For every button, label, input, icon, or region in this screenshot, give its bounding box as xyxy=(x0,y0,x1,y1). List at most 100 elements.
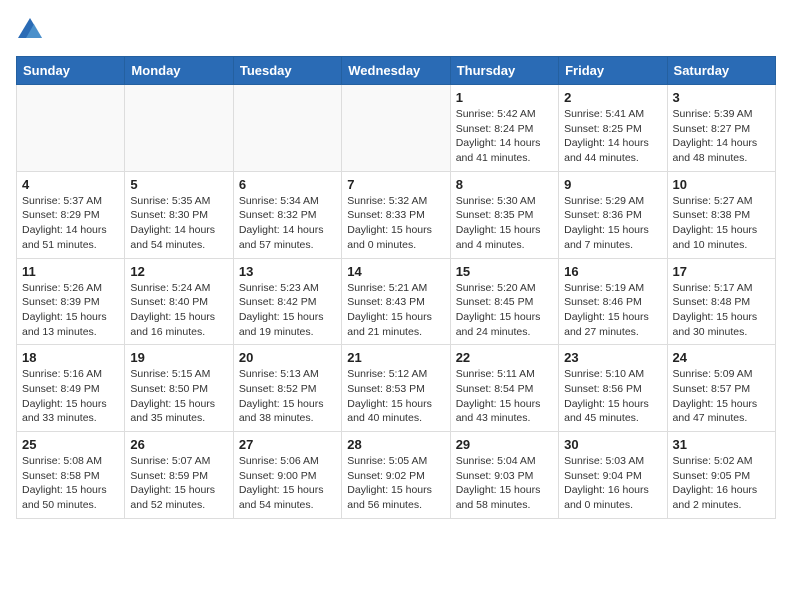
page-header xyxy=(16,16,776,44)
cell-info: Sunrise: 5:23 AM Sunset: 8:42 PM Dayligh… xyxy=(239,281,336,340)
day-number: 17 xyxy=(673,264,770,279)
day-number: 23 xyxy=(564,350,661,365)
cell-info: Sunrise: 5:24 AM Sunset: 8:40 PM Dayligh… xyxy=(130,281,227,340)
cell-info: Sunrise: 5:27 AM Sunset: 8:38 PM Dayligh… xyxy=(673,194,770,253)
day-number: 3 xyxy=(673,90,770,105)
cell-info: Sunrise: 5:21 AM Sunset: 8:43 PM Dayligh… xyxy=(347,281,444,340)
calendar-cell: 11Sunrise: 5:26 AM Sunset: 8:39 PM Dayli… xyxy=(17,258,125,345)
cell-info: Sunrise: 5:06 AM Sunset: 9:00 PM Dayligh… xyxy=(239,454,336,513)
calendar-cell: 26 Sunrise: 5:07 AM Sunset: 8:59 PM Dayli… xyxy=(125,432,233,519)
day-number: 2 xyxy=(564,90,661,105)
logo-icon xyxy=(16,16,44,44)
day-number: 12 xyxy=(130,264,227,279)
day-number: 31 xyxy=(673,437,770,452)
calendar-cell: 25 Sunrise: 5:08 AM Sunset: 8:58 PM Dayli… xyxy=(17,432,125,519)
calendar-cell: 24Sunrise: 5:09 AM Sunset: 8:57 PM Dayli… xyxy=(667,345,775,432)
calendar-cell: 6 Sunrise: 5:34 AM Sunset: 8:32 PM Daylig… xyxy=(233,171,341,258)
calendar-cell: 19 Sunrise: 5:15 AM Sunset: 8:50 PM Dayli… xyxy=(125,345,233,432)
day-header-monday: Monday xyxy=(125,57,233,85)
cell-info: Sunrise: 5:05 AM Sunset: 9:02 PM Dayligh… xyxy=(347,454,444,513)
day-number: 28 xyxy=(347,437,444,452)
cell-info: Sunrise: 5:16 AM Sunset: 8:49 PM Dayligh… xyxy=(22,367,119,426)
day-number: 16 xyxy=(564,264,661,279)
day-number: 13 xyxy=(239,264,336,279)
logo xyxy=(16,16,48,44)
day-number: 26 xyxy=(130,437,227,452)
day-number: 30 xyxy=(564,437,661,452)
calendar-table: SundayMondayTuesdayWednesdayThursdayFrid… xyxy=(16,56,776,519)
calendar-cell xyxy=(17,85,125,172)
calendar-week-1: 1Sunrise: 5:42 AM Sunset: 8:24 PM Daylig… xyxy=(17,85,776,172)
cell-info: Sunrise: 5:34 AM Sunset: 8:32 PM Dayligh… xyxy=(239,194,336,253)
cell-info: Sunrise: 5:07 AM Sunset: 8:59 PM Dayligh… xyxy=(130,454,227,513)
calendar-cell xyxy=(342,85,450,172)
calendar-cell: 16 Sunrise: 5:19 AM Sunset: 8:46 PM Dayli… xyxy=(559,258,667,345)
calendar-cell: 29Sunrise: 5:04 AM Sunset: 9:03 PM Dayli… xyxy=(450,432,558,519)
day-number: 18 xyxy=(22,350,119,365)
calendar-cell: 18 Sunrise: 5:16 AM Sunset: 8:49 PM Dayli… xyxy=(17,345,125,432)
calendar-cell: 15 Sunrise: 5:20 AM Sunset: 8:45 PM Dayli… xyxy=(450,258,558,345)
calendar-cell xyxy=(125,85,233,172)
cell-info: Sunrise: 5:19 AM Sunset: 8:46 PM Dayligh… xyxy=(564,281,661,340)
day-number: 8 xyxy=(456,177,553,192)
day-number: 10 xyxy=(673,177,770,192)
day-number: 1 xyxy=(456,90,553,105)
cell-info: Sunrise: 5:35 AM Sunset: 8:30 PM Dayligh… xyxy=(130,194,227,253)
calendar-cell: 23 Sunrise: 5:10 AM Sunset: 8:56 PM Dayli… xyxy=(559,345,667,432)
calendar-cell: 4 Sunrise: 5:37 AM Sunset: 8:29 PM Daylig… xyxy=(17,171,125,258)
calendar-cell: 5 Sunrise: 5:35 AM Sunset: 8:30 PM Daylig… xyxy=(125,171,233,258)
cell-info: Sunrise: 5:08 AM Sunset: 8:58 PM Dayligh… xyxy=(22,454,119,513)
day-header-thursday: Thursday xyxy=(450,57,558,85)
cell-info: Sunrise: 5:15 AM Sunset: 8:50 PM Dayligh… xyxy=(130,367,227,426)
day-header-wednesday: Wednesday xyxy=(342,57,450,85)
calendar-cell: 10 Sunrise: 5:27 AM Sunset: 8:38 PM Dayli… xyxy=(667,171,775,258)
calendar-cell: 7 Sunrise: 5:32 AM Sunset: 8:33 PM Daylig… xyxy=(342,171,450,258)
calendar-week-5: 25 Sunrise: 5:08 AM Sunset: 8:58 PM Dayli… xyxy=(17,432,776,519)
calendar-cell: 22Sunrise: 5:11 AM Sunset: 8:54 PM Dayli… xyxy=(450,345,558,432)
cell-info: Sunrise: 5:20 AM Sunset: 8:45 PM Dayligh… xyxy=(456,281,553,340)
day-number: 20 xyxy=(239,350,336,365)
calendar-cell: 12 Sunrise: 5:24 AM Sunset: 8:40 PM Dayli… xyxy=(125,258,233,345)
day-header-sunday: Sunday xyxy=(17,57,125,85)
cell-info: Sunrise: 5:12 AM Sunset: 8:53 PM Dayligh… xyxy=(347,367,444,426)
calendar-cell: 14 Sunrise: 5:21 AM Sunset: 8:43 PM Dayli… xyxy=(342,258,450,345)
calendar-cell: 27 Sunrise: 5:06 AM Sunset: 9:00 PM Dayli… xyxy=(233,432,341,519)
calendar-cell: 1Sunrise: 5:42 AM Sunset: 8:24 PM Daylig… xyxy=(450,85,558,172)
day-number: 11 xyxy=(22,264,119,279)
day-number: 21 xyxy=(347,350,444,365)
day-header-tuesday: Tuesday xyxy=(233,57,341,85)
cell-info: Sunrise: 5:17 AM Sunset: 8:48 PM Dayligh… xyxy=(673,281,770,340)
day-header-saturday: Saturday xyxy=(667,57,775,85)
cell-info: Sunrise: 5:11 AM Sunset: 8:54 PM Dayligh… xyxy=(456,367,553,426)
cell-info: Sunrise: 5:30 AM Sunset: 8:35 PM Dayligh… xyxy=(456,194,553,253)
day-number: 27 xyxy=(239,437,336,452)
calendar-cell: 13 Sunrise: 5:23 AM Sunset: 8:42 PM Dayli… xyxy=(233,258,341,345)
calendar-cell: 20 Sunrise: 5:13 AM Sunset: 8:52 PM Dayli… xyxy=(233,345,341,432)
calendar-cell: 2Sunrise: 5:41 AM Sunset: 8:25 PM Daylig… xyxy=(559,85,667,172)
calendar-cell: 8 Sunrise: 5:30 AM Sunset: 8:35 PM Daylig… xyxy=(450,171,558,258)
day-number: 15 xyxy=(456,264,553,279)
calendar-cell: 31 Sunrise: 5:02 AM Sunset: 9:05 PM Dayli… xyxy=(667,432,775,519)
calendar-cell: 21 Sunrise: 5:12 AM Sunset: 8:53 PM Dayli… xyxy=(342,345,450,432)
calendar-cell: 30Sunrise: 5:03 AM Sunset: 9:04 PM Dayli… xyxy=(559,432,667,519)
day-number: 5 xyxy=(130,177,227,192)
calendar-header-row: SundayMondayTuesdayWednesdayThursdayFrid… xyxy=(17,57,776,85)
day-number: 9 xyxy=(564,177,661,192)
day-number: 25 xyxy=(22,437,119,452)
day-number: 4 xyxy=(22,177,119,192)
calendar-cell: 17 Sunrise: 5:17 AM Sunset: 8:48 PM Dayli… xyxy=(667,258,775,345)
cell-info: Sunrise: 5:32 AM Sunset: 8:33 PM Dayligh… xyxy=(347,194,444,253)
cell-info: Sunrise: 5:09 AM Sunset: 8:57 PM Dayligh… xyxy=(673,367,770,426)
calendar-week-4: 18 Sunrise: 5:16 AM Sunset: 8:49 PM Dayli… xyxy=(17,345,776,432)
calendar-week-2: 4 Sunrise: 5:37 AM Sunset: 8:29 PM Daylig… xyxy=(17,171,776,258)
cell-info: Sunrise: 5:10 AM Sunset: 8:56 PM Dayligh… xyxy=(564,367,661,426)
day-number: 6 xyxy=(239,177,336,192)
cell-info: Sunrise: 5:37 AM Sunset: 8:29 PM Dayligh… xyxy=(22,194,119,253)
day-number: 19 xyxy=(130,350,227,365)
day-number: 7 xyxy=(347,177,444,192)
cell-info: Sunrise: 5:02 AM Sunset: 9:05 PM Dayligh… xyxy=(673,454,770,513)
day-number: 14 xyxy=(347,264,444,279)
cell-info: Sunrise: 5:29 AM Sunset: 8:36 PM Dayligh… xyxy=(564,194,661,253)
day-header-friday: Friday xyxy=(559,57,667,85)
cell-info: Sunrise: 5:13 AM Sunset: 8:52 PM Dayligh… xyxy=(239,367,336,426)
